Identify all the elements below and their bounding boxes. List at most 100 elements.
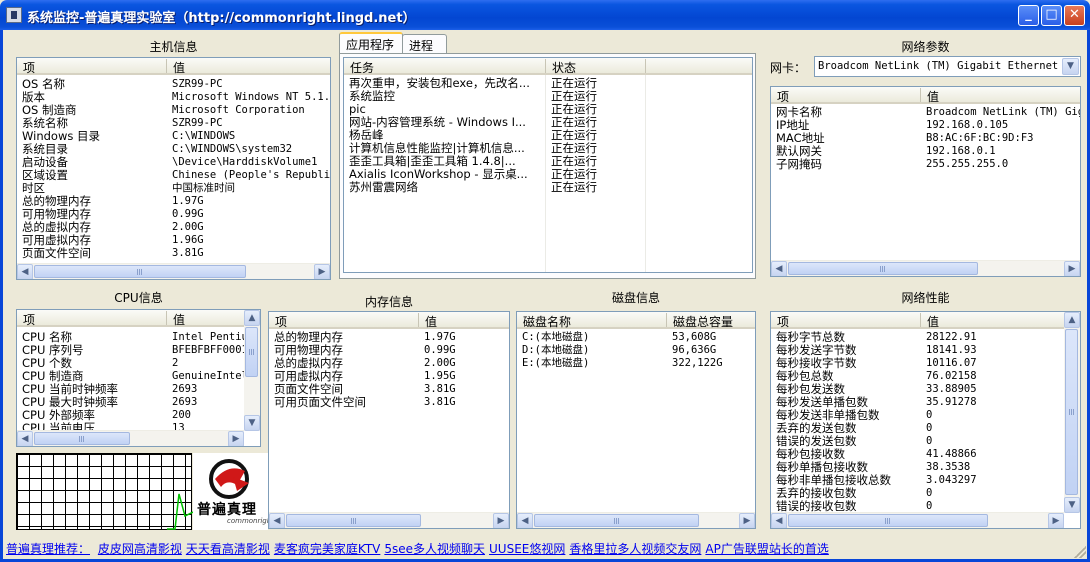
- list-row[interactable]: 丢弃的发送包数 0: [771, 422, 1064, 435]
- tab-processes[interactable]: 进程: [402, 34, 447, 54]
- scroll-thumb[interactable]: [34, 432, 130, 445]
- list-row[interactable]: 每秒发送单播包数 35.91278: [771, 396, 1064, 409]
- list-row[interactable]: 杨岳峰 正在运行: [344, 129, 752, 142]
- disk-info-hscroll[interactable]: ◀ ▶: [517, 512, 755, 528]
- list-row[interactable]: 丢弃的接收包数 0: [771, 487, 1064, 500]
- list-row[interactable]: 可用物理内存 0.99G: [269, 344, 509, 357]
- list-row[interactable]: pic 正在运行: [344, 103, 752, 116]
- cpu-info-vscroll[interactable]: ▲ ▼: [244, 310, 260, 431]
- list-row[interactable]: CPU 最大时钟频率 2693: [17, 396, 244, 409]
- list-row[interactable]: 启动设备 \Device\HarddiskVolume1: [17, 156, 330, 169]
- list-row[interactable]: Windows 目录 C:\WINDOWS: [17, 130, 330, 143]
- list-row[interactable]: CPU 制造商 GenuineIntel: [17, 370, 244, 383]
- list-row[interactable]: D:(本地磁盘) 96,636G: [517, 344, 755, 357]
- disk-info-list[interactable]: 磁盘名称 磁盘总容量 C:(本地磁盘) 53,608G D:(本地磁盘) 96,636…: [516, 311, 756, 529]
- list-row[interactable]: 系统监控 正在运行: [344, 90, 752, 103]
- list-row[interactable]: 每秒单播包接收数 38.3538: [771, 461, 1064, 474]
- scroll-down-icon[interactable]: ▼: [244, 415, 260, 431]
- list-row[interactable]: E:(本地磁盘) 322,122G: [517, 357, 755, 370]
- scroll-right-icon[interactable]: ▶: [739, 513, 755, 528]
- minimize-button[interactable]: _: [1018, 5, 1039, 26]
- recommend-link[interactable]: 皮皮网高清影视: [98, 542, 182, 556]
- list-row[interactable]: C:(本地磁盘) 53,608G: [517, 331, 755, 344]
- memory-info-hscroll[interactable]: ◀ ▶: [269, 512, 509, 528]
- host-info-hscroll[interactable]: ◀ ▶: [17, 263, 330, 279]
- cpu-info-list[interactable]: 项 值 CPU 名称 Intel Pentium CPU 序列号 BFEBFBFF00…: [16, 309, 261, 447]
- list-row[interactable]: 歪歪工具箱|歪歪工具箱 1.4.8|... 正在运行: [344, 155, 752, 168]
- col-header-disk-capacity[interactable]: 磁盘总容量: [667, 313, 755, 329]
- list-row[interactable]: 系统名称 SZR99-PC: [17, 117, 330, 130]
- tab-applications[interactable]: 应用程序: [339, 32, 403, 54]
- list-row[interactable]: 每秒非单播包接收总数 3.043297: [771, 474, 1064, 487]
- title-bar[interactable]: 系统监控-普遍真理实验室（http://commonright.lingd.ne…: [0, 0, 1090, 30]
- list-row[interactable]: CPU 名称 Intel Pentium: [17, 331, 244, 344]
- recommend-link[interactable]: UUSEE悠视网: [489, 542, 565, 556]
- col-header-item[interactable]: 项: [771, 313, 921, 329]
- scroll-thumb[interactable]: [286, 514, 421, 527]
- scroll-left-icon[interactable]: ◀: [17, 264, 33, 279]
- list-row[interactable]: 页面文件空间 3.81G: [269, 383, 509, 396]
- list-row[interactable]: 每秒字节总数 28122.91: [771, 331, 1064, 344]
- memory-info-list[interactable]: 项 值 总的物理内存 1.97G 可用物理内存 0.99G 总的虚拟内存 2.00G 可用虚…: [268, 311, 510, 529]
- list-row[interactable]: CPU 当前时钟频率 2693: [17, 383, 244, 396]
- recommend-link[interactable]: 香格里拉多人视频交友网: [569, 542, 701, 556]
- col-header-value[interactable]: 值: [167, 59, 330, 75]
- list-row[interactable]: 默认网关 192.168.0.1: [771, 145, 1080, 158]
- scroll-right-icon[interactable]: ▶: [228, 431, 244, 446]
- list-row[interactable]: 页面文件空间 3.81G: [17, 247, 330, 260]
- col-header-task[interactable]: 任务: [344, 59, 546, 75]
- list-row[interactable]: OS 名称 SZR99-PC: [17, 78, 330, 91]
- list-row[interactable]: 错误的发送包数 0: [771, 435, 1064, 448]
- scroll-right-icon[interactable]: ▶: [493, 513, 509, 528]
- list-row[interactable]: 每秒发送非单播包数 0: [771, 409, 1064, 422]
- list-row[interactable]: 每秒接收字节数 10116.07: [771, 357, 1064, 370]
- list-row[interactable]: 计算机信息性能监控|计算机信息... 正在运行: [344, 142, 752, 155]
- list-row[interactable]: 总的虚拟内存 2.00G: [17, 221, 330, 234]
- list-row[interactable]: 可用虚拟内存 1.96G: [17, 234, 330, 247]
- list-row[interactable]: 区域设置 Chinese (People's Republic of China): [17, 169, 330, 182]
- cpu-info-hscroll[interactable]: ◀ ▶: [17, 430, 244, 446]
- recommend-prefix-link[interactable]: 普遍真理推荐：: [6, 542, 90, 556]
- close-button[interactable]: ✕: [1064, 5, 1085, 26]
- list-row[interactable]: IP地址 192.168.0.105: [771, 119, 1080, 132]
- list-row[interactable]: CPU 外部频率 200: [17, 409, 244, 422]
- scroll-right-icon[interactable]: ▶: [1048, 513, 1064, 528]
- scroll-thumb[interactable]: [1065, 329, 1078, 495]
- col-header-status[interactable]: 状态: [546, 59, 646, 75]
- list-row[interactable]: CPU 序列号 BFEBFBFF00010676: [17, 344, 244, 357]
- scroll-left-icon[interactable]: ◀: [17, 431, 33, 446]
- list-row[interactable]: 总的物理内存 1.97G: [269, 331, 509, 344]
- list-row[interactable]: 苏州雷震网络 正在运行: [344, 181, 752, 194]
- chevron-down-icon[interactable]: ▼: [1062, 58, 1079, 75]
- scroll-down-icon[interactable]: ▼: [1064, 497, 1080, 513]
- recommend-link[interactable]: 麦客疯完美家庭KTV: [274, 542, 380, 556]
- scroll-thumb[interactable]: [245, 327, 258, 377]
- network-params-list[interactable]: 项 值 网卡名称 Broadcom NetLink (TM) Gigabit Et…: [770, 86, 1081, 277]
- scroll-up-icon[interactable]: ▲: [1064, 312, 1080, 328]
- list-row[interactable]: 每秒包总数 76.02158: [771, 370, 1064, 383]
- scroll-left-icon[interactable]: ◀: [771, 513, 787, 528]
- col-header-item[interactable]: 项: [17, 311, 167, 327]
- col-header-disk-name[interactable]: 磁盘名称: [517, 313, 667, 329]
- network-perf-hscroll[interactable]: ◀ ▶: [771, 512, 1064, 528]
- scroll-thumb[interactable]: [788, 262, 978, 275]
- list-row[interactable]: 子网掩码 255.255.255.0: [771, 158, 1080, 171]
- col-header-value[interactable]: 值: [167, 311, 247, 327]
- resize-grip-icon[interactable]: [1074, 546, 1086, 558]
- col-header-item[interactable]: 项: [17, 59, 167, 75]
- list-row[interactable]: 可用虚拟内存 1.95G: [269, 370, 509, 383]
- list-row[interactable]: 版本 Microsoft Windows NT 5.1.2600: [17, 91, 330, 104]
- network-params-hscroll[interactable]: ◀ ▶: [771, 260, 1080, 276]
- list-row[interactable]: 总的物理内存 1.97G: [17, 195, 330, 208]
- col-header-item[interactable]: 项: [269, 313, 419, 329]
- nic-select[interactable]: Broadcom NetLink (TM) Gigabit Ethernet -…: [814, 56, 1081, 77]
- maximize-button[interactable]: □: [1041, 5, 1062, 26]
- list-row[interactable]: 再次重申，安装包和exe，先改名... 正在运行: [344, 77, 752, 90]
- scroll-left-icon[interactable]: ◀: [771, 261, 787, 276]
- list-row[interactable]: 网卡名称 Broadcom NetLink (TM) Gigabit Ethern…: [771, 106, 1080, 119]
- scroll-left-icon[interactable]: ◀: [517, 513, 533, 528]
- col-header-value[interactable]: 值: [419, 313, 509, 329]
- list-row[interactable]: 时区 中国标准时间: [17, 182, 330, 195]
- col-header-value[interactable]: 值: [921, 88, 1080, 104]
- scroll-thumb[interactable]: [534, 514, 699, 527]
